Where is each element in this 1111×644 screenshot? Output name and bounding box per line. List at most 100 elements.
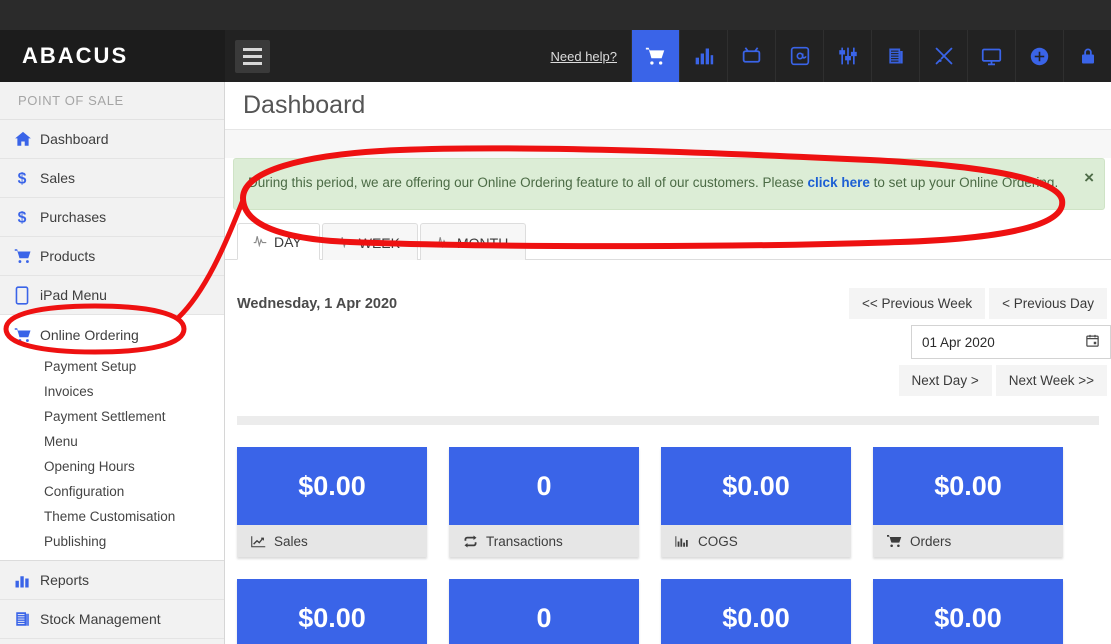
tab-label: WEEK xyxy=(358,234,400,251)
sidebar-subitem-invoices[interactable]: Invoices xyxy=(0,379,224,404)
date-input-value: 01 Apr 2020 xyxy=(922,334,995,350)
tab-label: MONTH xyxy=(456,234,509,251)
stat-card-value: 0 xyxy=(449,579,639,644)
alert-close-icon[interactable]: × xyxy=(1084,169,1094,186)
stat-card-label: Orders xyxy=(910,533,952,549)
stat-card-row2[interactable]: $0.00 xyxy=(237,579,427,644)
need-help-link[interactable]: Need help? xyxy=(537,30,632,82)
online-ordering-alert: During this period, we are offering our … xyxy=(233,158,1105,211)
sidebar-item-reports[interactable]: Reports xyxy=(0,561,224,600)
hamburger-menu-icon[interactable] xyxy=(235,39,270,73)
sidebar-subitem-publishing[interactable]: Publishing xyxy=(0,529,224,554)
stat-card-footer: Orders xyxy=(873,525,1063,558)
bar-chart-icon xyxy=(675,535,690,548)
line-chart-icon xyxy=(251,535,266,548)
menu-toggle-wrap xyxy=(225,30,270,82)
stat-card-cogs[interactable]: $0.00 COGS xyxy=(661,447,851,558)
stat-card-value: $0.00 xyxy=(237,447,427,526)
svg-text:$: $ xyxy=(18,170,27,187)
stat-cards-row-1: $0.00 Sales 0 Transactions $0.00 COGS $0… xyxy=(225,425,1111,558)
sidebar-subitem-payment-setup[interactable]: Payment Setup xyxy=(0,354,224,379)
next-day-button[interactable]: Next Day > xyxy=(898,365,992,397)
sidebar-subitem-payment-settlement[interactable]: Payment Settlement xyxy=(0,404,224,429)
top-navbar: ABACUS Need help? xyxy=(0,30,1111,82)
pulse-icon xyxy=(253,234,267,250)
stat-card-row2[interactable]: 0 xyxy=(449,579,639,644)
next-week-button[interactable]: Next Week >> xyxy=(995,365,1107,397)
stat-card-footer: COGS xyxy=(661,525,851,558)
stat-card-footer: Sales xyxy=(237,525,427,558)
header-gap xyxy=(225,130,1111,158)
stat-card-transactions[interactable]: 0 Transactions xyxy=(449,447,639,558)
nav-sliders-icon[interactable] xyxy=(823,30,871,82)
exchange-icon xyxy=(463,535,478,548)
sidebar-item-label: Stock Management xyxy=(40,611,161,627)
stat-card-value: 0 xyxy=(449,447,639,526)
nav-at-sign-icon[interactable] xyxy=(775,30,823,82)
sidebar-subitem-configuration[interactable]: Configuration xyxy=(0,479,224,504)
sidebar-subitem-menu[interactable]: Menu xyxy=(0,429,224,454)
nav-plus-circle-icon[interactable] xyxy=(1015,30,1063,82)
sidebar-item-online-ordering[interactable]: Online Ordering xyxy=(0,315,224,354)
nav-cart-icon[interactable] xyxy=(631,30,679,82)
hamburger-bar xyxy=(243,54,262,58)
sidebar-item-ipad-menu[interactable]: iPad Menu xyxy=(0,276,224,315)
calendar-icon[interactable] xyxy=(1085,333,1100,351)
sidebar-item-products[interactable]: Products xyxy=(0,237,224,276)
boxes-icon xyxy=(14,610,40,628)
dollar-icon: $ xyxy=(14,208,40,226)
tablet-icon xyxy=(14,285,40,305)
sidebar-item-label: Purchases xyxy=(40,209,107,225)
stat-card-label: Transactions xyxy=(486,533,563,549)
hamburger-bar xyxy=(243,47,262,51)
date-input[interactable]: 01 Apr 2020 xyxy=(911,325,1111,360)
alert-click-here-link[interactable]: click here xyxy=(808,175,870,190)
sidebar-submenu-online-ordering: Payment Setup Invoices Payment Settlemen… xyxy=(0,354,224,561)
nav-lock-icon[interactable] xyxy=(1063,30,1111,82)
sidebar: POINT OF SALE Dashboard $ Sales $ Purcha… xyxy=(0,82,225,644)
date-nav-controls: << Previous Week < Previous Day 01 Apr 2… xyxy=(651,288,1111,402)
nav-tools-icon[interactable] xyxy=(919,30,967,82)
stat-card-row2[interactable]: $0.00 xyxy=(873,579,1063,644)
stat-card-label: COGS xyxy=(698,533,738,549)
stat-cards-row-2: $0.00 0 $0.00 $0.00 xyxy=(225,557,1111,644)
nav-building-icon[interactable] xyxy=(871,30,919,82)
sidebar-item-label: Sales xyxy=(40,170,76,186)
window-top-strip xyxy=(0,0,1111,30)
previous-day-button[interactable]: < Previous Day xyxy=(989,288,1107,320)
stat-card-value: $0.00 xyxy=(661,579,851,644)
dollar-icon: $ xyxy=(14,169,40,187)
date-navigation: Wednesday, 1 Apr 2020 << Previous Week <… xyxy=(225,260,1111,402)
stat-card-sales[interactable]: $0.00 Sales xyxy=(237,447,427,558)
stat-card-value: $0.00 xyxy=(661,447,851,526)
alert-text-after: to set up your Online Ordering. xyxy=(869,175,1059,190)
nav-monitor-icon[interactable] xyxy=(967,30,1015,82)
stat-card-orders[interactable]: $0.00 Orders xyxy=(873,447,1063,558)
sidebar-item-dashboard[interactable]: Dashboard xyxy=(0,120,224,159)
sidebar-item-label: Dashboard xyxy=(40,131,109,147)
sidebar-item-stock-management[interactable]: Stock Management xyxy=(0,600,224,639)
period-tabs: DAY WEEK MONTH xyxy=(225,210,1111,261)
stat-card-value: $0.00 xyxy=(237,579,427,644)
tab-label: DAY xyxy=(274,234,302,251)
previous-week-button[interactable]: << Previous Week xyxy=(849,288,986,320)
sidebar-subitem-opening-hours[interactable]: Opening Hours xyxy=(0,454,224,479)
tab-month[interactable]: MONTH xyxy=(419,223,527,261)
sidebar-subitem-theme-customisation[interactable]: Theme Customisation xyxy=(0,504,224,529)
tab-week[interactable]: WEEK xyxy=(321,223,418,261)
nav-bar-chart-icon[interactable] xyxy=(679,30,727,82)
brand-name: ABACUS xyxy=(22,43,129,68)
brand-logo: ABACUS xyxy=(0,30,225,82)
section-divider xyxy=(237,416,1099,426)
hamburger-bar xyxy=(243,61,262,65)
sidebar-item-label: iPad Menu xyxy=(40,287,107,303)
stat-card-row2[interactable]: $0.00 xyxy=(661,579,851,644)
pulse-icon xyxy=(338,235,352,251)
sidebar-item-purchases[interactable]: $ Purchases xyxy=(0,198,224,237)
sidebar-item-sales[interactable]: $ Sales xyxy=(0,159,224,198)
nav-tv-screen-icon[interactable] xyxy=(727,30,775,82)
tab-day[interactable]: DAY xyxy=(237,223,320,261)
sidebar-section-title: POINT OF SALE xyxy=(0,82,224,120)
home-icon xyxy=(14,130,40,148)
svg-text:$: $ xyxy=(18,209,27,226)
